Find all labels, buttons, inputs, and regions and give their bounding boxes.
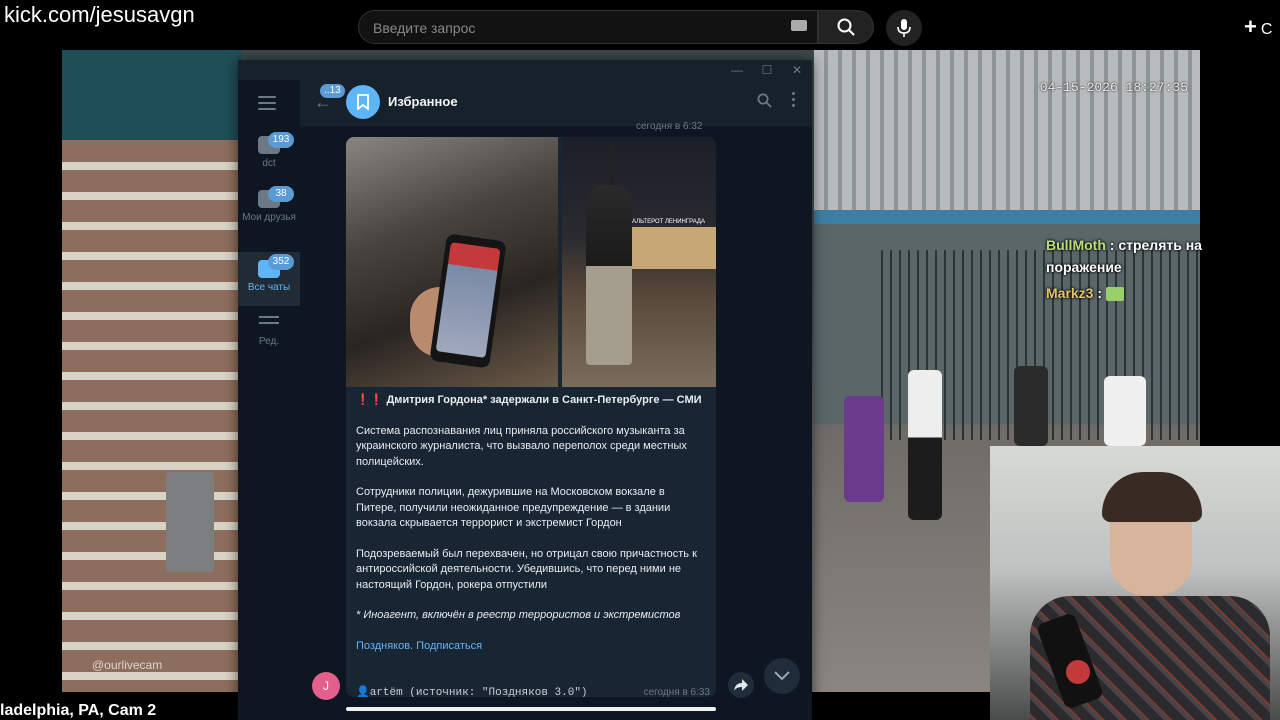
message-paragraph: Система распознавания лиц приняла россий… bbox=[356, 424, 687, 468]
close-button[interactable]: ✕ bbox=[786, 62, 808, 78]
message-bubble[interactable]: АЛЬТЕРОТ ЛЕНИНГРАДА ❗❗ Дмитрия Гордона* … bbox=[346, 137, 716, 697]
message-time: сегодня в 6:33 bbox=[643, 687, 710, 697]
emote-icon bbox=[1105, 287, 1124, 302]
share-icon bbox=[734, 679, 748, 691]
window-panels bbox=[62, 50, 242, 140]
message-headline: ❗❗ Дмитрия Гордона* задержали в Санкт-Пе… bbox=[356, 393, 708, 409]
maximize-button[interactable]: ☐ bbox=[756, 62, 778, 78]
microphone-badge bbox=[1066, 660, 1090, 684]
trash-bin bbox=[166, 472, 214, 572]
stream-url-overlay: kick.com/jesusavgn bbox=[4, 2, 195, 27]
message-paragraph: Сотрудники полиции, дежурившие на Москов… bbox=[356, 486, 671, 529]
station-roof bbox=[814, 50, 1200, 220]
create-button[interactable]: + С bbox=[1244, 14, 1272, 40]
exclamation-marks: ❗❗ bbox=[356, 394, 384, 406]
scroll-down-button[interactable] bbox=[764, 658, 800, 694]
building-sign: АЛЬТЕРОТ ЛЕНИНГРАДА bbox=[632, 219, 705, 225]
message-signature: 👤artëm (источник: "Поздняков 3.0") bbox=[356, 687, 588, 697]
chat-message: Markz3 : bbox=[1046, 282, 1230, 304]
chat-search-button[interactable] bbox=[757, 93, 772, 113]
mic-icon bbox=[897, 19, 911, 37]
streamer-hair bbox=[1102, 472, 1202, 522]
chat-username[interactable]: BullMoth bbox=[1046, 237, 1106, 253]
camera-caption: ladelphia, PA, Cam 2 bbox=[0, 702, 157, 719]
message-paragraph: Подозреваемый был перехвачен, но отрицал… bbox=[356, 547, 697, 591]
telegram-window: — ☐ ✕ 193 dct 38 Мои друзья 352 Все чаты… bbox=[238, 60, 812, 720]
search-input[interactable] bbox=[371, 17, 775, 39]
edit-icon bbox=[259, 316, 279, 332]
person bbox=[844, 396, 884, 502]
brick-wall bbox=[62, 50, 242, 692]
unread-badge: 352 bbox=[268, 254, 294, 270]
chat-avatar[interactable] bbox=[346, 85, 380, 119]
folder-label: Мои друзья bbox=[242, 212, 296, 223]
chat-message: BullMoth : стрелять на поражение bbox=[1046, 237, 1202, 275]
subscribe-link[interactable]: Поздняков. Подписаться bbox=[356, 639, 708, 655]
folder-sidebar: 193 dct 38 Мои друзья 352 Все чаты Ред. bbox=[238, 80, 300, 720]
folder-label: dct bbox=[262, 158, 276, 169]
camera-watermark: @ourlivecam bbox=[92, 658, 163, 672]
chevron-down-icon bbox=[774, 671, 790, 681]
chat-username[interactable]: Markz3 bbox=[1046, 285, 1093, 301]
chat-header: ← ..13 Избранное bbox=[300, 80, 812, 127]
more-icon[interactable] bbox=[792, 92, 796, 110]
folder-edit[interactable]: Ред. bbox=[238, 312, 300, 358]
back-unread-badge: ..13 bbox=[320, 84, 345, 98]
person bbox=[1104, 376, 1146, 446]
menu-icon[interactable] bbox=[258, 96, 276, 114]
keyboard-icon[interactable] bbox=[791, 20, 807, 31]
stream-chat: BullMoth : стрелять на поражение Markz3 … bbox=[1046, 218, 1230, 308]
forward-button[interactable] bbox=[728, 672, 754, 698]
sender-avatar[interactable]: J bbox=[312, 672, 340, 700]
folder-label: Все чаты bbox=[247, 282, 291, 293]
chat-message-faded bbox=[1046, 218, 1230, 230]
person bbox=[1014, 366, 1048, 446]
previous-message-time: сегодня в 6:32 bbox=[636, 121, 703, 132]
headline-text: Дмитрия Гордона* задержали в Санкт-Петер… bbox=[386, 394, 702, 406]
search-bar[interactable] bbox=[358, 10, 818, 44]
search-button[interactable] bbox=[818, 10, 874, 44]
photo-man[interactable]: АЛЬТЕРОТ ЛЕНИНГРАДА bbox=[562, 137, 716, 387]
photo-phone[interactable] bbox=[346, 137, 558, 387]
folder-friends[interactable]: 38 Мои друзья bbox=[238, 186, 300, 246]
phone bbox=[429, 233, 507, 369]
message-text: ❗❗ Дмитрия Гордона* задержали в Санкт-Пе… bbox=[356, 393, 708, 669]
message-footnote: * Иноагент, включён в реестр террористов… bbox=[356, 609, 681, 621]
voice-search-button[interactable] bbox=[886, 10, 922, 46]
man bbox=[586, 185, 632, 365]
back-unread-count: 13 bbox=[329, 85, 341, 96]
streamer-webcam bbox=[990, 446, 1280, 720]
folder-dct[interactable]: 193 dct bbox=[238, 132, 300, 182]
chat-title[interactable]: Избранное bbox=[388, 94, 458, 109]
search-icon bbox=[757, 93, 772, 108]
phone-screen bbox=[435, 242, 501, 358]
unread-badge: 193 bbox=[268, 132, 294, 148]
create-label: С bbox=[1260, 21, 1273, 38]
camera-timestamp: 04-15-2026 18:27:35 bbox=[1039, 80, 1188, 95]
folder-all-chats[interactable]: 352 Все чаты bbox=[238, 252, 300, 306]
plus-icon: + bbox=[1244, 14, 1257, 39]
search-icon bbox=[837, 18, 855, 36]
unread-badge: 38 bbox=[268, 186, 294, 202]
next-message-edge bbox=[346, 707, 716, 711]
bookmark-icon bbox=[357, 94, 369, 110]
folder-label: Ред. bbox=[258, 336, 280, 347]
message-list[interactable]: сегодня в 6:32 АЛЬТЕРОТ ЛЕНИНГРАДА ❗❗ Дм… bbox=[300, 121, 812, 720]
person bbox=[908, 370, 942, 520]
window-titlebar: — ☐ ✕ bbox=[238, 60, 812, 80]
building bbox=[632, 227, 716, 269]
minimize-button[interactable]: — bbox=[726, 62, 748, 78]
